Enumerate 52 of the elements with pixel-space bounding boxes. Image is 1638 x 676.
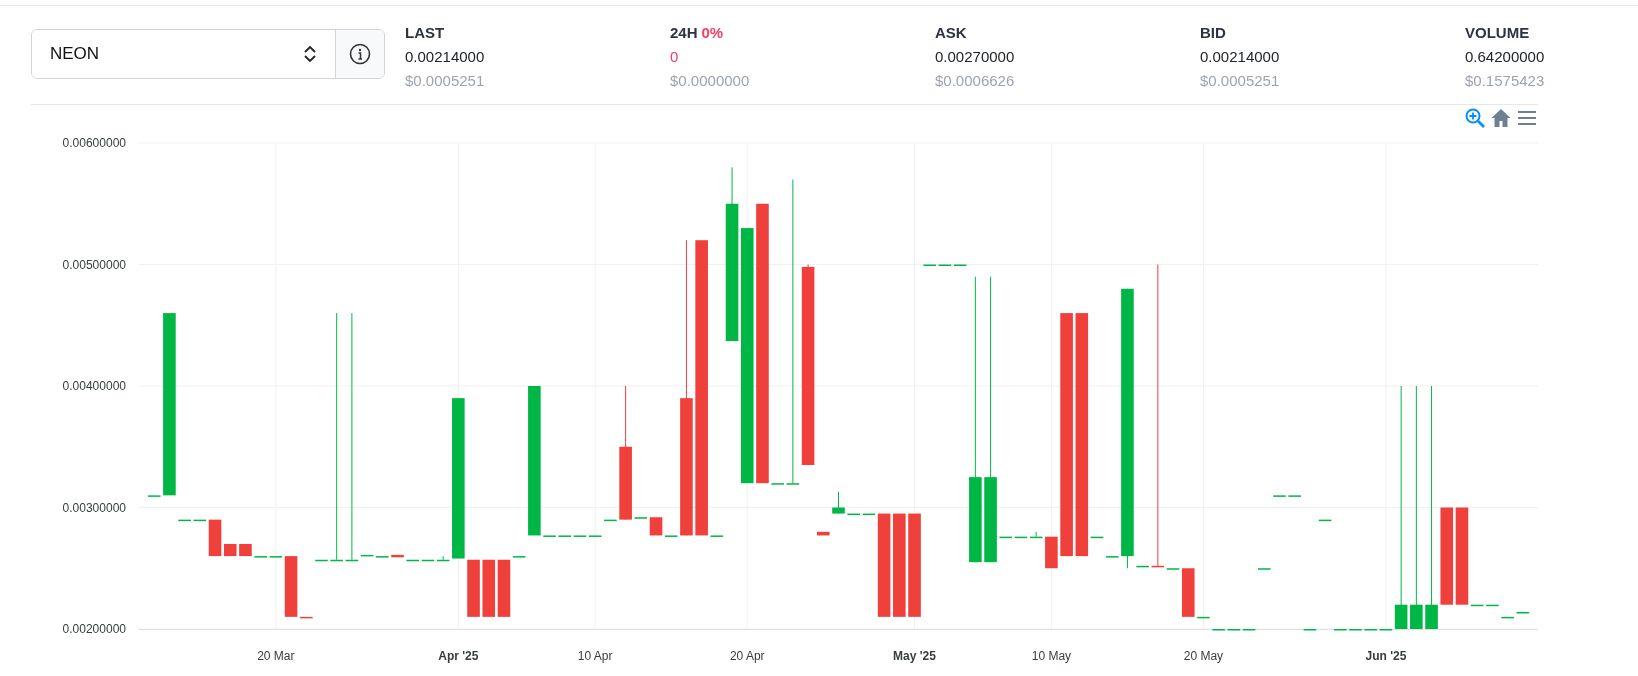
y-axis-label: 0.00400000: [62, 379, 126, 393]
stat-value: 0.00214000: [405, 48, 485, 65]
chevron-up-down-icon: [303, 45, 317, 63]
stat-label: VOLUME: [1465, 24, 1530, 41]
usd-value: $0.1575423: [1465, 72, 1545, 89]
x-axis-label: May '25: [893, 649, 936, 663]
x-axis-label: 20 Apr: [729, 649, 765, 663]
pair-select[interactable]: NEON: [32, 30, 336, 78]
candle: [1486, 604, 1499, 607]
candle: [239, 543, 252, 557]
candle: [604, 519, 617, 522]
home-icon[interactable]: [1490, 107, 1512, 129]
x-axis-label: 10 Apr: [577, 649, 613, 663]
change-percent: 0%: [701, 24, 724, 41]
info-icon: [349, 43, 371, 65]
candle: [178, 519, 191, 522]
y-axis-label: 0.00300000: [62, 500, 126, 515]
usd-value: $0.0006626: [935, 72, 1015, 89]
info-button[interactable]: [336, 30, 384, 78]
candle: [1045, 536, 1058, 569]
candle: [817, 531, 830, 536]
stat-value: 0.00214000: [1200, 48, 1280, 65]
candle: [391, 554, 404, 558]
candle: [1197, 616, 1210, 619]
stat-value: 0: [670, 48, 679, 65]
usd-value: $0.0005251: [1200, 72, 1280, 89]
stat-label: ASK: [935, 24, 967, 41]
y-axis-label: 0.00600000: [62, 136, 126, 150]
x-axis-label: Jun '25: [1365, 649, 1407, 663]
x-axis-label: 10 May: [1031, 649, 1072, 663]
candle: [467, 559, 480, 617]
candle: [832, 491, 845, 515]
x-axis-label: 20 May: [1183, 649, 1224, 663]
stat-label: 24H: [670, 24, 698, 41]
candle: [315, 559, 328, 562]
candle: [482, 559, 496, 617]
zoom-in-icon[interactable]: [1464, 107, 1486, 129]
usd-value: $0.0005251: [405, 72, 485, 89]
y-axis-label: 0.00500000: [62, 257, 126, 272]
candle: [1318, 519, 1332, 522]
stat-label: BID: [1200, 24, 1226, 41]
candle: [406, 559, 419, 562]
candle: [1136, 565, 1149, 568]
x-axis-label: Apr '25: [438, 649, 479, 663]
candle: [847, 513, 860, 516]
x-axis-label: 20 Mar: [257, 649, 295, 663]
usd-value: $0.0000000: [670, 72, 750, 89]
stat-value: 0.00270000: [935, 48, 1015, 65]
y-axis-label: 0.00200000: [62, 622, 126, 636]
stat-value: 0.64200000: [1465, 48, 1545, 65]
candle: [1501, 616, 1514, 619]
stat-label: LAST: [405, 24, 445, 41]
